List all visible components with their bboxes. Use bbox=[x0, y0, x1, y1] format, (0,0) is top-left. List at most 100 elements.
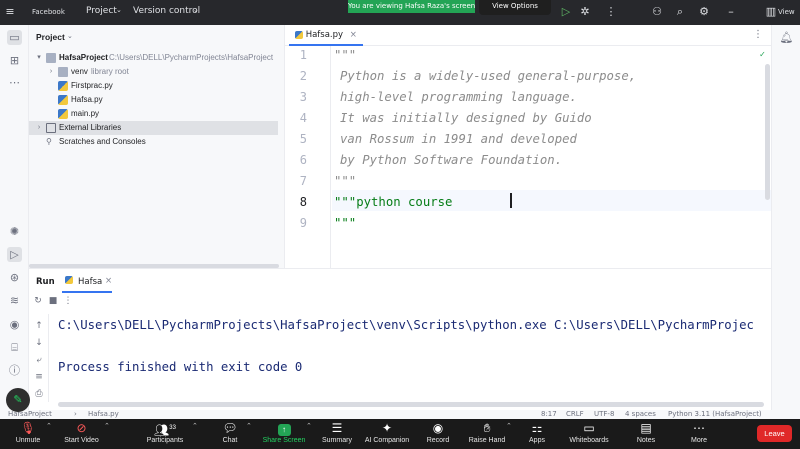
python-file-icon bbox=[58, 95, 68, 105]
run-tab-label[interactable]: Hafsa bbox=[78, 277, 102, 287]
chevron-up-icon[interactable]: ⌃ bbox=[506, 422, 512, 430]
project-panel: Project ⌄ ▾ HafsaProject C:\Users\DELL\P… bbox=[29, 25, 285, 268]
terminal-icon[interactable]: ⌸ bbox=[7, 340, 22, 355]
tree-item-file[interactable]: main.py bbox=[29, 107, 285, 121]
services-icon[interactable]: ◉ bbox=[7, 317, 22, 332]
filter-icon[interactable]: ≡ bbox=[33, 371, 45, 383]
python-file-icon bbox=[65, 276, 73, 284]
project-panel-title[interactable]: Project bbox=[36, 32, 65, 42]
line-number: 2 bbox=[299, 69, 307, 83]
view-icon[interactable]: ▥ bbox=[765, 5, 777, 19]
code-line: """ bbox=[334, 216, 357, 230]
vcs-menu[interactable]: Version control bbox=[133, 6, 200, 16]
line-number: 9 bbox=[299, 216, 307, 230]
whiteboards-button[interactable]: ▭ Whiteboards bbox=[567, 419, 611, 449]
raise-hand-button[interactable]: ✋︎ Raise Hand ⌃ bbox=[468, 419, 512, 449]
run-side-toolbar: ↑ ↓ ⤶ ≡ ⎙ bbox=[29, 314, 49, 402]
summary-button[interactable]: ☰ Summary bbox=[319, 419, 355, 449]
add-user-icon[interactable]: ⚇ bbox=[650, 5, 664, 19]
notes-button[interactable]: ▤ Notes bbox=[634, 419, 658, 449]
share-screen-button[interactable]: ↑ Share Screen ⌃ bbox=[262, 419, 312, 449]
tab-hafsa-py[interactable]: Hafsa.py × bbox=[289, 25, 363, 46]
python-file-icon bbox=[58, 81, 68, 91]
breadcrumb-file[interactable]: Hafsa.py bbox=[88, 410, 119, 419]
search-icon[interactable]: ⌕ bbox=[673, 5, 687, 19]
tree-item-scratches[interactable]: ⚲ Scratches and Consoles bbox=[29, 135, 285, 149]
title-bar: ≡ Facebook Project ⌄ Version control ⌄ Y… bbox=[0, 0, 800, 25]
run-panel-header: Run Hafsa × bbox=[29, 269, 771, 293]
tree-item-project-root[interactable]: ▾ HafsaProject C:\Users\DELL\PycharmProj… bbox=[29, 51, 285, 65]
ai-companion-button[interactable]: ✦ AI Companion bbox=[362, 419, 412, 449]
arrow-up-icon[interactable]: ↑ bbox=[33, 320, 45, 332]
participants-count: 33 bbox=[169, 425, 176, 431]
notes-icon: ▤ bbox=[640, 421, 652, 435]
structure-icon[interactable]: ⊞ bbox=[7, 53, 22, 68]
chevron-right-icon[interactable]: › bbox=[35, 121, 43, 135]
chevron-down-icon[interactable]: ⌄ bbox=[67, 32, 73, 40]
editor-tab-bar: Hafsa.py × ⋮ bbox=[285, 25, 771, 46]
more-icon[interactable]: ⋮ bbox=[62, 295, 74, 307]
tree-item-file[interactable]: Firstprac.py bbox=[29, 79, 285, 93]
packages-icon[interactable]: ⊛ bbox=[7, 270, 22, 285]
bug-icon[interactable]: ✺ bbox=[7, 224, 22, 239]
chat-icon: 💬︎ bbox=[222, 421, 238, 435]
code-line: It was initially designed by Guido bbox=[340, 111, 592, 125]
more-icon[interactable]: ⋮ bbox=[753, 29, 763, 40]
chevron-right-icon[interactable]: › bbox=[47, 65, 55, 79]
more-icon[interactable]: ⋯ bbox=[7, 75, 22, 90]
chevron-up-icon[interactable]: ⌃ bbox=[192, 422, 198, 430]
unmute-button[interactable]: 🎙︎ Unmute ⌃ bbox=[8, 419, 52, 449]
tree-item-venv[interactable]: › venv library root bbox=[29, 65, 285, 79]
more-button[interactable]: ⋯ More bbox=[687, 419, 711, 449]
more-icon[interactable]: ⋮ bbox=[604, 5, 618, 19]
tree-item-external-libraries[interactable]: › External Libraries bbox=[29, 121, 278, 135]
wrap-icon[interactable]: ⤶ bbox=[33, 354, 45, 366]
horizontal-scrollbar[interactable] bbox=[58, 402, 764, 407]
participants-button[interactable]: 👥︎33 Participants ⌃ bbox=[140, 419, 198, 449]
vertical-scrollbar[interactable] bbox=[765, 64, 770, 200]
project-menu[interactable]: Project bbox=[86, 6, 117, 16]
stop-icon[interactable]: ■ bbox=[47, 295, 59, 307]
view-options-button[interactable]: View Options bbox=[479, 0, 551, 15]
code-line: """ bbox=[334, 48, 357, 62]
chat-button[interactable]: 💬︎ Chat ⌃ bbox=[216, 419, 252, 449]
python-interpreter[interactable]: Python 3.11 (HafsaProject) bbox=[668, 410, 762, 419]
chevron-down-icon[interactable]: ▾ bbox=[35, 51, 43, 65]
code-line: Python is a widely-used general-purpose, bbox=[340, 69, 637, 83]
apps-button[interactable]: ⚏ Apps bbox=[525, 419, 549, 449]
notifications-icon[interactable]: 🔔︎ bbox=[779, 30, 794, 45]
file-encoding[interactable]: UTF-8 bbox=[594, 410, 614, 419]
close-icon[interactable]: × bbox=[350, 30, 357, 40]
record-button[interactable]: ◉ Record bbox=[424, 419, 452, 449]
tree-item-file[interactable]: Hafsa.py bbox=[29, 93, 285, 107]
problems-icon[interactable]: ⓘ bbox=[7, 363, 22, 378]
menu-icon[interactable]: ≡ bbox=[3, 5, 17, 19]
view-label[interactable]: View bbox=[778, 8, 795, 16]
indent-setting[interactable]: 4 spaces bbox=[625, 410, 656, 419]
chevron-up-icon[interactable]: ⌃ bbox=[246, 422, 252, 430]
print-icon[interactable]: ⎙ bbox=[33, 388, 45, 400]
run-icon[interactable]: ▷ bbox=[7, 247, 22, 262]
caret-position[interactable]: 8:17 bbox=[541, 410, 557, 419]
arrow-down-icon[interactable]: ↓ bbox=[33, 337, 45, 349]
close-icon[interactable]: × bbox=[105, 276, 112, 286]
code-editor[interactable]: 1 2 3 4 5 6 7 8 9 """ Python is a widely… bbox=[285, 46, 771, 268]
start-video-button[interactable]: ⊘ Start Video ⌃ bbox=[59, 419, 110, 449]
run-panel: Run Hafsa × ↻ ■ ⋮ ↑ ↓ ⤶ ≡ ⎙ C:\Users\DEL… bbox=[29, 268, 771, 410]
chevron-up-icon[interactable]: ⌃ bbox=[306, 422, 312, 430]
chevron-up-icon[interactable]: ⌃ bbox=[46, 422, 52, 430]
chevron-up-icon[interactable]: ⌃ bbox=[104, 422, 110, 430]
layers-icon[interactable]: ≋ bbox=[7, 293, 22, 308]
gear-icon[interactable]: ⚙ bbox=[697, 5, 711, 19]
app-name: Facebook bbox=[32, 8, 65, 16]
folder-icon[interactable]: ▭ bbox=[7, 30, 22, 45]
line-separator[interactable]: CRLF bbox=[566, 410, 584, 419]
code-line: """ bbox=[334, 174, 357, 188]
pencil-icon[interactable]: ✎ bbox=[6, 388, 30, 412]
run-icon[interactable]: ▷ bbox=[559, 5, 573, 19]
leave-button[interactable]: Leave bbox=[757, 425, 792, 442]
debug-icon[interactable]: ✲ bbox=[578, 5, 592, 19]
minimize-icon[interactable]: – bbox=[724, 5, 738, 19]
line-number: 4 bbox=[299, 111, 307, 125]
rerun-icon[interactable]: ↻ bbox=[32, 295, 44, 307]
